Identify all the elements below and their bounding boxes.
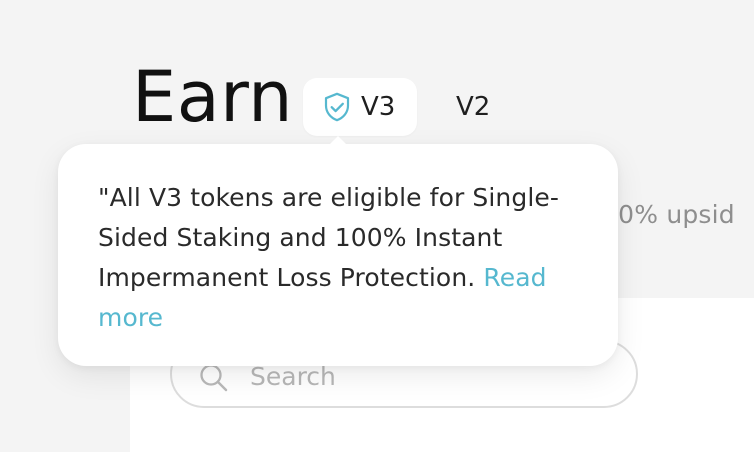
version-tab-v2[interactable]: V2	[456, 78, 506, 136]
tooltip-text-block: "All V3 tokens are eligible for Single-S…	[98, 178, 598, 338]
page-subtitle-fragment: 00% upsid	[602, 200, 735, 229]
tooltip-arrow	[324, 136, 352, 150]
v3-info-tooltip: "All V3 tokens are eligible for Single-S…	[58, 144, 618, 366]
version-tab-v2-label: V2	[456, 92, 491, 122]
version-tab-v3[interactable]: V3	[303, 78, 417, 136]
shield-check-icon	[324, 92, 350, 122]
version-tab-v3-label: V3	[361, 92, 396, 122]
page-title: Earn	[132, 56, 294, 138]
